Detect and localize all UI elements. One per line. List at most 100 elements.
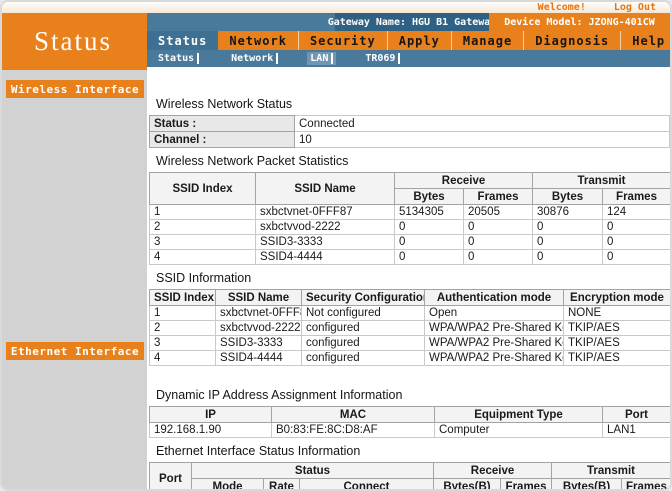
table-row: 192.168.1.90B0:83:FE:8C:D8:AFComputerLAN… <box>150 423 671 438</box>
cell: 3 <box>150 235 256 250</box>
main-split: Status Wireless Interface Ethernet Inter… <box>2 13 670 491</box>
cell: 1 <box>150 306 216 321</box>
col-header: Authentication mode <box>425 290 564 306</box>
cell: TKIP/AES <box>564 351 671 366</box>
col-header: MAC <box>272 407 435 423</box>
content-area: Wireless Network Status Status :Connecte… <box>147 67 670 491</box>
sidebar-item-ethernet-interface[interactable]: Ethernet Interface <box>6 342 144 360</box>
cell: sxbctvvod-2222 <box>256 220 395 235</box>
cell: SSID4-4444 <box>256 250 395 265</box>
col-header-group: Status <box>192 463 434 479</box>
cell: 30876 <box>533 205 603 220</box>
info-bar: Gateway Name: HGU B1 Gateway Device Mode… <box>147 13 670 31</box>
cell: sxbctvnet-0FFF87 <box>256 205 395 220</box>
cell: WPA/WPA2 Pre-Shared Key <box>425 336 564 351</box>
col-header-group: Transmit <box>552 463 670 479</box>
cell: 4 <box>150 250 256 265</box>
cell: 0 <box>395 220 464 235</box>
ethernet-table: Port Status Receive Transmit Mode Rate C… <box>149 462 670 491</box>
col-header-group: Receive <box>434 463 552 479</box>
table-row: 3SSID3-33330000 <box>150 235 671 250</box>
dhcp-table: IP MAC Equipment Type Port 192.168.1.90B… <box>149 406 670 438</box>
subnav-item-lan[interactable]: LAN <box>307 52 336 65</box>
sidebar: Wireless Interface Ethernet Interface <box>2 70 147 491</box>
sidebar-item-wireless-interface[interactable]: Wireless Interface <box>6 80 144 98</box>
col-header: Bytes <box>395 189 464 205</box>
sub-nav: Status Network LAN TR069 <box>147 50 670 67</box>
cell: 2 <box>150 321 216 336</box>
cell: SSID4-4444 <box>216 351 302 366</box>
col-header-group: Receive <box>395 173 533 189</box>
col-header: Bytes <box>533 189 603 205</box>
cell: 0 <box>533 250 603 265</box>
main-nav: StatusNetworkSecurityApplyManageDiagnosi… <box>147 31 670 50</box>
col-header: Security Configuration <box>302 290 425 306</box>
table-row: 4SSID4-44440000 <box>150 250 671 265</box>
cell: 20505 <box>464 205 533 220</box>
table-row: Channel :10 <box>150 132 670 148</box>
subnav-item-label: TR069 <box>365 53 395 64</box>
cell: 3 <box>150 336 216 351</box>
gateway-name-label: Gateway Name: HGU B1 Gateway <box>335 13 489 31</box>
packet-stats-table: SSID Index SSID Name Receive Transmit By… <box>149 172 670 265</box>
col-header: Frames <box>501 479 552 491</box>
col-header: Rate <box>264 479 300 491</box>
router-admin-page: Welcome! Log Out Status Wireless Interfa… <box>0 0 672 491</box>
left-column: Status Wireless Interface Ethernet Inter… <box>2 13 147 491</box>
cell: configured <box>302 351 425 366</box>
info-bar-spacer <box>147 13 335 31</box>
subnav-item-tr069[interactable]: TR069 <box>362 52 403 65</box>
subnav-item-status[interactable]: Status <box>155 52 202 65</box>
cell: configured <box>302 336 425 351</box>
table-row: 2sxbctvvod-22220000 <box>150 220 671 235</box>
col-header: Connect <box>300 479 434 491</box>
subnav-item-label: LAN <box>310 53 328 64</box>
cell: WPA/WPA2 Pre-Shared Key <box>425 351 564 366</box>
subnav-separator <box>276 53 278 64</box>
col-header-group: Transmit <box>533 173 670 189</box>
subnav-separator <box>197 53 199 64</box>
cell: 192.168.1.90 <box>150 423 272 438</box>
subnav-item-network[interactable]: Network <box>228 52 281 65</box>
tab-apply[interactable]: Apply <box>388 31 452 50</box>
section-title-wireless-status: Wireless Network Status <box>156 97 670 111</box>
top-strip: Welcome! Log Out <box>2 2 670 13</box>
cell: Status : <box>150 116 295 132</box>
subnav-item-label: Status <box>158 53 194 64</box>
cell: LAN1 <box>603 423 671 438</box>
cell: sxbctvvod-2222 <box>216 321 302 336</box>
tab-diagnosis[interactable]: Diagnosis <box>524 31 621 50</box>
device-model-label: Device Model: JZONG-401CW <box>489 13 670 31</box>
ssid-info-table: SSID Index SSID Name Security Configurat… <box>149 289 670 366</box>
cell: 0 <box>395 235 464 250</box>
tab-security[interactable]: Security <box>299 31 388 50</box>
cell: 0 <box>603 235 670 250</box>
col-header: Bytes(B) <box>552 479 622 491</box>
col-header: Port <box>603 407 671 423</box>
tab-status[interactable]: Status <box>147 31 218 50</box>
tab-network[interactable]: Network <box>218 31 299 50</box>
right-column: Gateway Name: HGU B1 Gateway Device Mode… <box>147 13 670 491</box>
cell: Not configured <box>302 306 425 321</box>
cell: 0 <box>464 235 533 250</box>
col-header: Frames <box>464 189 533 205</box>
table-row: 3SSID3-3333configuredWPA/WPA2 Pre-Shared… <box>150 336 671 351</box>
cell: 5134305 <box>395 205 464 220</box>
tab-manage[interactable]: Manage <box>452 31 524 50</box>
section-title-packet-stats: Wireless Network Packet Statistics <box>156 154 670 168</box>
cell: SSID3-3333 <box>216 336 302 351</box>
col-header: SSID Index <box>150 290 216 306</box>
cell: Computer <box>435 423 603 438</box>
col-header: SSID Name <box>216 290 302 306</box>
cell: 4 <box>150 351 216 366</box>
logout-link[interactable]: Log Out <box>614 3 656 13</box>
subnav-separator <box>398 53 400 64</box>
cell: 0 <box>533 220 603 235</box>
section-title-ethernet: Ethernet Interface Status Information <box>156 444 670 458</box>
cell: 0 <box>464 250 533 265</box>
subnav-separator <box>331 53 333 64</box>
tab-help[interactable]: Help <box>621 31 672 50</box>
table-row: 4SSID4-4444configuredWPA/WPA2 Pre-Shared… <box>150 351 671 366</box>
table-row: 1sxbctvnet-0FFF87Not configuredOpenNONE <box>150 306 671 321</box>
table-row: 1sxbctvnet-0FFF8751343052050530876124 <box>150 205 671 220</box>
